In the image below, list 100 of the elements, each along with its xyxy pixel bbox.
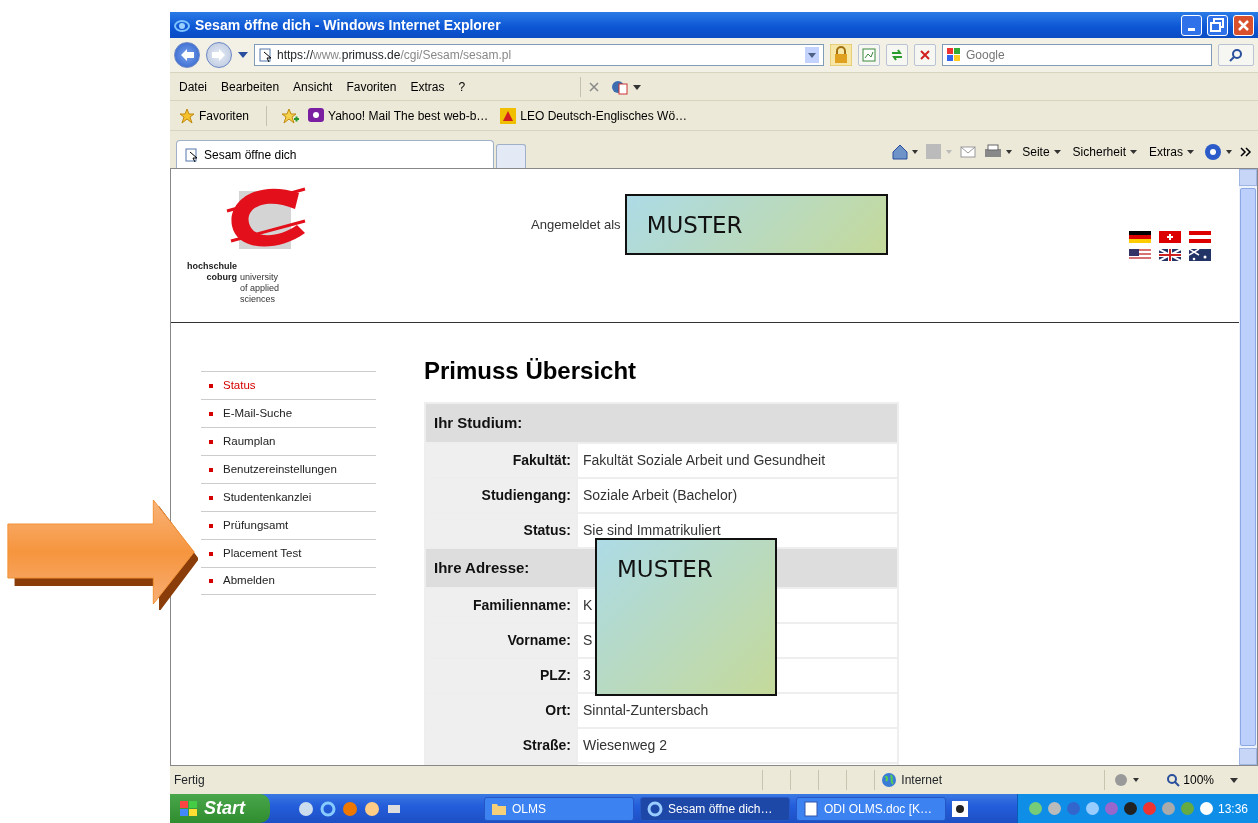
minimize-button[interactable] (1181, 14, 1202, 36)
logo-tagline: of applied (240, 283, 280, 294)
section-header: Ihr Studium: (425, 403, 898, 443)
globe-icon (881, 772, 898, 788)
logo-tagline: university (240, 272, 280, 283)
tray-icon[interactable] (1122, 801, 1138, 816)
nav-link[interactable]: Raumplan (201, 427, 376, 455)
forward-button[interactable] (206, 42, 232, 68)
site-icon (308, 107, 325, 124)
field-label: Straße: (425, 728, 577, 763)
app-icon (647, 800, 663, 817)
nav-link[interactable]: Placement Test (201, 539, 376, 567)
field-label: Vorname: (425, 623, 577, 658)
field-value: Sinntal-Zuntersbach (583, 702, 709, 718)
nav-link[interactable]: Status (201, 371, 376, 399)
field-label: Familienname: (425, 588, 577, 623)
back-button[interactable] (174, 42, 200, 68)
app-icon (803, 800, 819, 817)
quick-launch-icon[interactable] (298, 800, 314, 817)
add-favorite-icon[interactable] (281, 107, 300, 124)
url-text: https://www.primuss.de/cgi/Sesam/sesam.pl (277, 47, 512, 64)
stop-button[interactable] (914, 44, 936, 66)
search-provider-icon (946, 47, 962, 63)
zoom-button[interactable]: 100% (1164, 771, 1216, 789)
command-menu[interactable]: Extras (1147, 143, 1196, 161)
close-icon (918, 48, 932, 62)
page-icon (185, 147, 199, 162)
maximize-button[interactable] (1207, 14, 1228, 36)
favorite-link[interactable]: Yahoo! Mail The best web-b… (305, 104, 492, 127)
search-button[interactable] (1218, 44, 1254, 66)
field-label: Status: (425, 513, 577, 548)
flag-icon[interactable] (1159, 249, 1181, 261)
taskbar-button[interactable]: Sesam öffne dich… (640, 796, 790, 821)
sample-stamp: MUSTER (595, 538, 777, 696)
zone-text: Internet (901, 772, 942, 789)
search-icon (1229, 48, 1243, 62)
field-label: PLZ: (425, 658, 577, 693)
field-value: Fakultät Soziale Arbeit und Gesundheit (583, 452, 826, 468)
chevron-icon[interactable] (1240, 147, 1252, 157)
favorite-link[interactable]: LEO Deutsch-Englisches Wö… (497, 104, 691, 127)
taskbar-button[interactable]: ODI OLMS.doc [K… (796, 796, 946, 821)
page-heading: Primuss Übersicht (424, 356, 638, 386)
dropdown-arrow-icon[interactable] (1230, 777, 1238, 783)
command-menu[interactable]: Sicherheit (1070, 143, 1139, 161)
refresh-button[interactable] (886, 44, 908, 66)
quick-launch-icon[interactable] (364, 800, 380, 817)
field-label: Ort: (425, 693, 577, 728)
caret-icon (1187, 150, 1194, 154)
dropdown-arrow-icon[interactable] (238, 52, 248, 58)
nav-link[interactable]: E-Mail-Suche (201, 399, 376, 427)
flag-icon[interactable] (1129, 249, 1151, 261)
start-button[interactable]: Start (170, 794, 270, 823)
field-value: 3 (583, 667, 591, 683)
quick-launch-icon[interactable] (342, 800, 358, 817)
address-field[interactable]: https://www.primuss.de/cgi/Sesam/sesam.pl (254, 44, 824, 66)
tray-icon[interactable] (1198, 801, 1214, 816)
menu-item[interactable]: ? (451, 75, 473, 98)
menu-item[interactable]: Datei (172, 75, 214, 98)
chart-icon (862, 48, 876, 62)
refresh-icon (890, 48, 904, 62)
menu-item[interactable]: Bearbeiten (214, 75, 287, 98)
menu-item[interactable]: Ansicht (286, 75, 340, 98)
zoom-icon (1166, 773, 1181, 787)
logo-text: coburg (205, 272, 237, 283)
home-icon[interactable] (892, 144, 919, 160)
menu-item[interactable]: Favoriten (339, 75, 404, 98)
compatibility-button[interactable] (858, 44, 880, 66)
sample-stamp: MUSTER (624, 194, 888, 255)
favorites-button[interactable]: Favoriten (176, 104, 253, 127)
field-value: K (583, 597, 593, 613)
site-icon (500, 107, 517, 124)
menu-item[interactable]: Extras (403, 75, 452, 98)
printer-icon[interactable] (984, 144, 1013, 160)
scrollbar[interactable] (1239, 169, 1257, 765)
field-label: Studiengang: (425, 478, 577, 513)
padlock-icon (830, 44, 852, 66)
quick-launch-icon[interactable] (320, 800, 336, 817)
back-arrow-icon (179, 48, 195, 62)
flag-icon[interactable] (1129, 231, 1151, 243)
login-label: Angemeldet als (531, 216, 622, 234)
flag-icon[interactable] (1189, 249, 1211, 261)
nav-link[interactable]: Prüfungsamt (201, 511, 376, 539)
windows-logo-icon (180, 800, 198, 817)
search-box[interactable]: Google (942, 44, 1212, 66)
minimize-icon (1188, 27, 1195, 31)
close-button[interactable] (1233, 14, 1254, 36)
clock: 13:36 (1217, 800, 1248, 818)
field-label: Fakultät: (425, 443, 577, 478)
forward-arrow-icon (211, 48, 227, 62)
browser-tab[interactable]: Sesam öffne dich (176, 140, 494, 168)
nav-link[interactable]: Benutzereinstellungen (201, 455, 376, 483)
nav-link[interactable]: Studentenkanzlei (201, 483, 376, 511)
page-icon (259, 48, 273, 62)
taskbar-button[interactable]: OLMS (484, 796, 634, 821)
command-menu[interactable]: Seite (1020, 143, 1063, 161)
close-icon[interactable] (589, 81, 600, 92)
nav-link[interactable]: Abmelden (201, 567, 376, 595)
field-value: Soziale Arbeit (Bachelor) (583, 487, 738, 503)
star-icon (179, 107, 195, 124)
field-value: Sie sind Immatrikuliert (583, 522, 721, 538)
